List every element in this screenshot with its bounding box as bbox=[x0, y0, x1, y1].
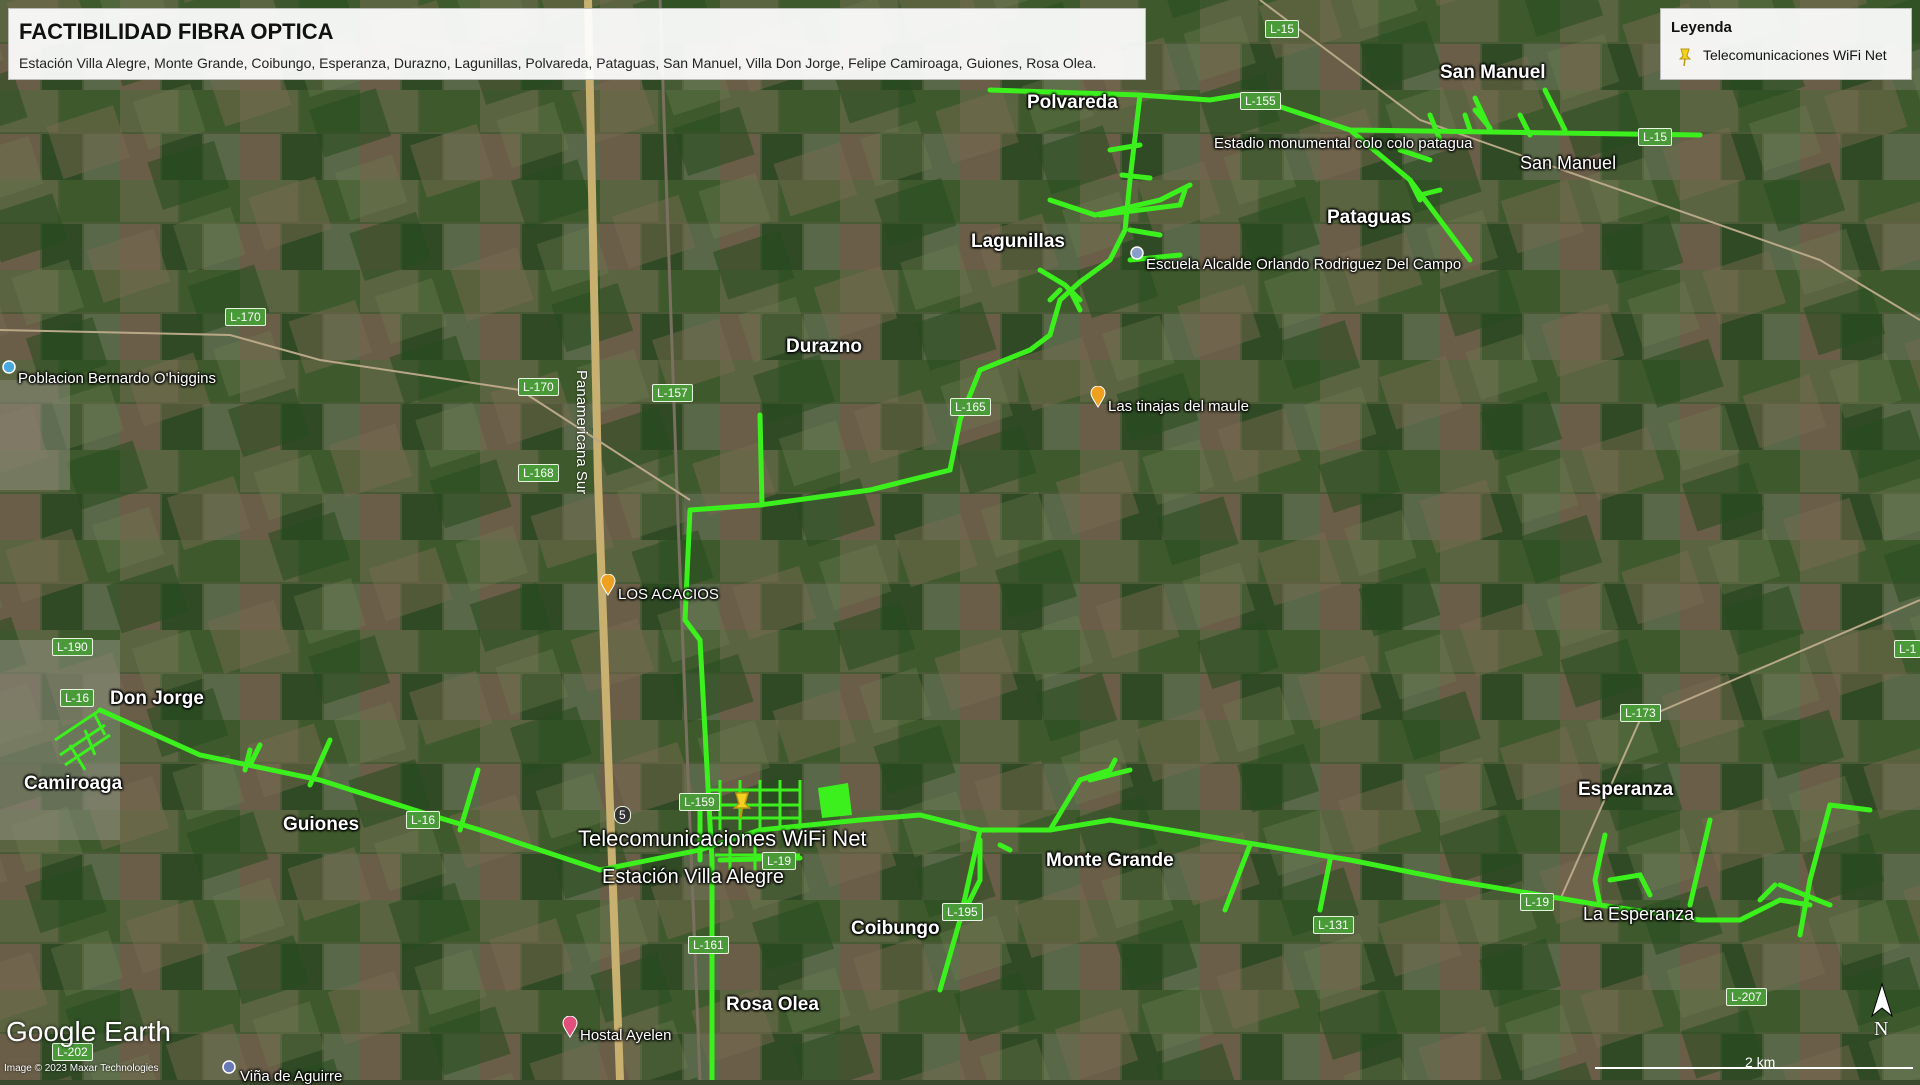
pushpin-icon bbox=[1678, 48, 1692, 67]
imagery-credit: Image © 2023 Maxar Technologies bbox=[4, 1063, 159, 1074]
road-badge: L-19 bbox=[1520, 893, 1555, 911]
town-label-lagunillas[interactable]: Lagunillas bbox=[971, 231, 1065, 253]
town-label-esperanza[interactable]: Esperanza bbox=[1578, 779, 1673, 801]
winery-icon bbox=[222, 1060, 236, 1074]
hotel-pin-icon bbox=[562, 1016, 578, 1038]
restaurant-pin-icon bbox=[600, 574, 616, 596]
place-label-escuela[interactable]: Escuela Alcalde Orlando Rodriguez Del Ca… bbox=[1146, 256, 1461, 273]
town-label-coibungo[interactable]: Coibungo bbox=[851, 918, 940, 940]
legend-heading: Leyenda bbox=[1671, 19, 1732, 36]
town-label-san-manuel[interactable]: San Manuel bbox=[1440, 62, 1546, 84]
town-label-camiroaga[interactable]: Camiroaga bbox=[24, 773, 122, 795]
road-badge: L-159 bbox=[679, 793, 720, 811]
pushpin-icon[interactable] bbox=[730, 790, 754, 820]
place-label-san-manuel[interactable]: San Manuel bbox=[1520, 153, 1616, 174]
road-badge: L-173 bbox=[1620, 704, 1661, 722]
scale-bar: 2 km bbox=[1595, 1052, 1913, 1072]
fiber-block-villa-alegre bbox=[818, 783, 852, 818]
town-label-monte-grande[interactable]: Monte Grande bbox=[1046, 850, 1174, 872]
road-badge: L-15 bbox=[1265, 20, 1300, 38]
road-badge: L-161 bbox=[688, 936, 729, 954]
school-icon bbox=[1130, 246, 1144, 260]
road-badge: L-1 bbox=[1894, 640, 1920, 658]
north-arrow-icon bbox=[1871, 982, 1893, 1018]
location-icon bbox=[2, 360, 16, 374]
scale-label: 2 km bbox=[1745, 1054, 1776, 1070]
road-badge: L-16 bbox=[60, 689, 95, 707]
google-earth-logo: Google Earth bbox=[6, 1016, 171, 1047]
town-label-pataguas[interactable]: Pataguas bbox=[1327, 207, 1411, 229]
page-subtitle: Estación Villa Alegre, Monte Grande, Coi… bbox=[19, 55, 1097, 71]
road-badge: L-168 bbox=[518, 464, 559, 482]
road-badge: L-15 bbox=[1638, 128, 1673, 146]
place-label-estacion[interactable]: Estación Villa Alegre bbox=[602, 866, 784, 889]
town-area-bernardo bbox=[0, 380, 70, 490]
road-badge: L-157 bbox=[652, 384, 693, 402]
title-panel: FACTIBILIDAD FIBRA OPTICA Estación Villa… bbox=[8, 8, 1146, 80]
road-badge: L-170 bbox=[225, 308, 266, 326]
place-label-poblacion[interactable]: Poblacion Bernardo O'higgins bbox=[18, 370, 216, 387]
town-label-durazno[interactable]: Durazno bbox=[786, 336, 862, 358]
page-title: FACTIBILIDAD FIBRA OPTICA bbox=[19, 19, 334, 44]
road-badge: L-207 bbox=[1726, 988, 1767, 1006]
road-badge: L-19 bbox=[762, 852, 797, 870]
north-label: N bbox=[1874, 1018, 1889, 1040]
town-label-don-jorge[interactable]: Don Jorge bbox=[110, 688, 204, 710]
road-badge: L-165 bbox=[950, 398, 991, 416]
place-label-hostal[interactable]: Hostal Ayelen bbox=[580, 1027, 671, 1044]
place-label-tinajas[interactable]: Las tinajas del maule bbox=[1108, 398, 1249, 415]
place-label-estadio[interactable]: Estadio monumental colo colo patagua bbox=[1214, 135, 1473, 152]
north-arrow[interactable]: N bbox=[1868, 982, 1896, 1042]
restaurant-pin-icon bbox=[1090, 386, 1106, 408]
place-label-vina[interactable]: Viña de Aguirre bbox=[240, 1068, 342, 1085]
place-label-la-esperanza[interactable]: La Esperanza bbox=[1583, 904, 1694, 925]
town-label-guiones[interactable]: Guiones bbox=[283, 814, 359, 836]
place-label-acacios[interactable]: LOS ACACIOS bbox=[618, 586, 719, 603]
road-badge: L-155 bbox=[1240, 92, 1281, 110]
legend-panel: Leyenda Telecomunicaciones WiFi Net bbox=[1660, 8, 1912, 80]
town-label-rosa-olea[interactable]: Rosa Olea bbox=[726, 994, 819, 1016]
road-badge: L-131 bbox=[1313, 916, 1354, 934]
legend-item-label: Telecomunicaciones WiFi Net bbox=[1703, 47, 1887, 63]
road-badge: L-170 bbox=[518, 378, 559, 396]
town-label-polvareda[interactable]: Polvareda bbox=[1027, 92, 1118, 114]
road-badge: L-195 bbox=[942, 903, 983, 921]
road-badge: L-190 bbox=[52, 638, 93, 656]
route-5-shield: 5 bbox=[614, 806, 631, 824]
place-label-telecom[interactable]: Telecomunicaciones WiFi Net bbox=[578, 826, 867, 852]
road-badge: L-16 bbox=[406, 811, 441, 829]
highway-label-panamericana: Panamericana Sur bbox=[573, 370, 590, 495]
